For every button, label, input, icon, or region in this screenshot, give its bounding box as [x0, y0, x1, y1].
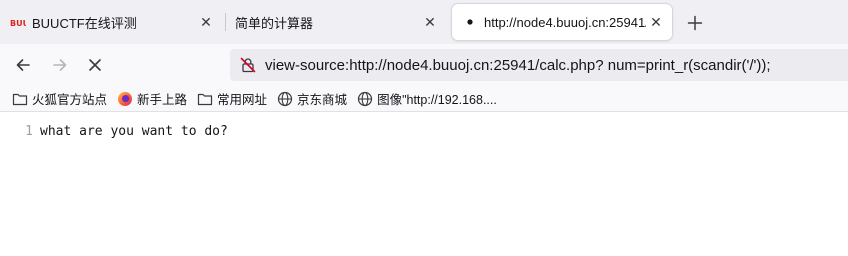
stop-loading-button[interactable]: [81, 51, 109, 79]
bookmark-label: 新手上路: [137, 93, 188, 107]
close-icon[interactable]: ✕: [646, 12, 666, 32]
bookmark-firefox-official[interactable]: 火狐官方站点: [12, 88, 107, 110]
tab-node4[interactable]: http://node4.buuoj.cn:25941/ ✕: [452, 4, 672, 40]
tab-calculator[interactable]: 简单的计算器 ✕: [226, 4, 446, 40]
loading-dot-icon: [462, 14, 478, 30]
buuctf-logo-icon: BUU: [10, 14, 26, 30]
globe-icon: [357, 91, 373, 107]
bookmark-label: 京东商城: [297, 93, 348, 107]
close-icon[interactable]: ✕: [420, 12, 440, 32]
bookmark-image-ip[interactable]: 图像"http://192.168....: [357, 88, 497, 110]
back-arrow-icon: [16, 59, 30, 71]
bookmark-label: 常用网址: [217, 93, 268, 107]
page-source-view: 1 what are you want to do?: [0, 113, 848, 256]
bookmark-label: 火狐官方站点: [32, 93, 108, 107]
folder-icon: [12, 91, 28, 107]
forward-button[interactable]: [46, 51, 74, 79]
url-text[interactable]: view-source:http://node4.buuoj.cn:25941/…: [265, 57, 771, 74]
tab-buuctf[interactable]: BUU BUUCTF在线评测 ✕: [0, 4, 222, 40]
stop-x-icon: [89, 59, 101, 71]
bookmarks-toolbar: 火狐官方站点 新手上路 常用网址 京东商城 图像"http://192.168.…: [0, 86, 848, 112]
firefox-icon: [117, 91, 133, 107]
bookmark-common-sites[interactable]: 常用网址: [197, 88, 267, 110]
tab-title: http://node4.buuoj.cn:25941/: [484, 14, 646, 30]
tab-strip: BUU BUUCTF在线评测 ✕ 简单的计算器 ✕ http://node4.b…: [0, 0, 848, 44]
tab-title: 简单的计算器: [235, 15, 314, 31]
bookmark-getting-started[interactable]: 新手上路: [117, 88, 187, 110]
forward-arrow-icon: [53, 59, 67, 71]
source-line: 1 what are you want to do?: [0, 124, 228, 139]
insecure-lock-icon[interactable]: [239, 56, 257, 74]
back-button[interactable]: [9, 51, 37, 79]
address-bar[interactable]: view-source:http://node4.buuoj.cn:25941/…: [230, 49, 848, 81]
globe-icon: [277, 91, 293, 107]
new-tab-button[interactable]: [684, 12, 706, 34]
close-icon[interactable]: ✕: [196, 12, 216, 32]
tab-title: BUUCTF在线评测: [32, 15, 137, 31]
bookmark-jd-mall[interactable]: 京东商城: [277, 88, 347, 110]
bookmark-label: 图像"http://192.168....: [377, 93, 497, 107]
folder-icon: [197, 91, 213, 107]
svg-text:BUU: BUU: [10, 19, 26, 28]
line-number: 1: [25, 124, 33, 139]
source-text: what are you want to do?: [40, 124, 228, 139]
